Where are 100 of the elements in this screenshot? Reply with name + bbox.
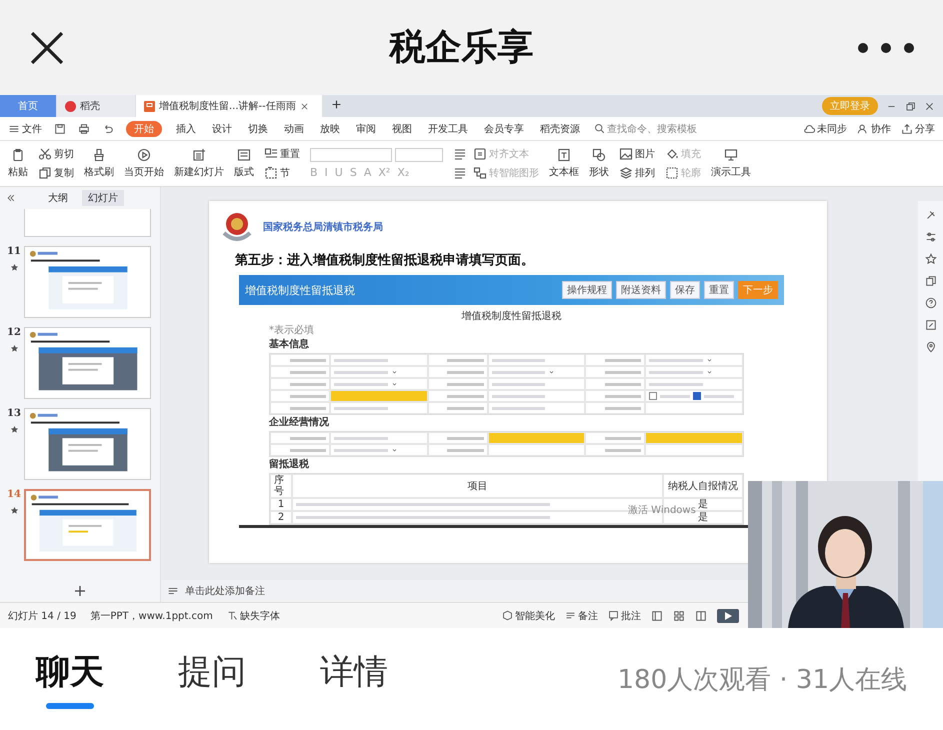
document-tab[interactable]: 增值税制度性留...讲解--任雨雨 [136, 95, 322, 117]
form-field[interactable] [645, 432, 743, 444]
ribbon-tab[interactable]: 稻壳资源 [538, 120, 582, 136]
ribbon-button[interactable]: 新建幻灯片 [174, 148, 224, 179]
pin-icon[interactable] [924, 209, 936, 221]
form-field[interactable] [330, 390, 428, 402]
form-button[interactable]: 保存 [670, 281, 700, 299]
form-button[interactable]: 操作规程 [562, 281, 612, 299]
ribbon-button[interactable]: 演示工具 [711, 148, 751, 179]
command-search-field[interactable]: 查找命令、搜索模板 [594, 122, 697, 136]
more-icon[interactable] [857, 42, 915, 54]
copy-icon[interactable] [924, 275, 936, 287]
help-icon[interactable] [924, 297, 936, 309]
bottom-tab[interactable]: 聊天 [36, 649, 104, 709]
form-field[interactable] [645, 354, 743, 366]
ribbon-tab[interactable]: 开发工具 [426, 120, 470, 136]
form-field[interactable] [330, 354, 428, 366]
toolbar-action[interactable]: 分享 [901, 122, 935, 136]
ribbon-tab[interactable]: 会员专享 [482, 120, 526, 136]
file-menu[interactable]: 文件 [8, 122, 42, 136]
panel-tab[interactable]: 幻灯片 [82, 190, 124, 206]
ribbon-button[interactable]: 排列 [619, 166, 655, 180]
form-field[interactable] [330, 432, 428, 444]
printer-icon[interactable] [78, 122, 90, 134]
status-button[interactable]: 备注 [565, 608, 598, 622]
ribbon-tab[interactable]: 审阅 [354, 120, 378, 136]
grid-view-icon[interactable] [673, 610, 685, 622]
checkbox[interactable] [693, 392, 702, 400]
ribbon-tab[interactable]: 视图 [390, 120, 414, 136]
ribbon-button[interactable]: 文本框 [549, 148, 579, 179]
toolbar-action[interactable]: 协作 [857, 122, 891, 136]
ribbon-tab[interactable]: 设计 [210, 120, 234, 136]
slide-thumbnail[interactable] [24, 209, 151, 237]
status-button[interactable]: 智能美化 [502, 608, 555, 622]
ribbon-button[interactable]: 剪切 [38, 147, 74, 161]
font-size-field[interactable] [395, 148, 443, 162]
panel-tab[interactable]: 大纲 [42, 190, 74, 206]
ribbon-button[interactable]: 当页开始 [124, 148, 164, 179]
form-field[interactable] [645, 366, 743, 378]
form-field[interactable] [330, 402, 428, 414]
checkbox[interactable] [649, 392, 658, 400]
play-icon [137, 148, 151, 162]
ribbon-button[interactable]: 格式刷 [84, 148, 114, 179]
viewer-stats: 180人次观看 · 31人在线 [617, 664, 907, 696]
form-field[interactable] [488, 390, 586, 402]
ribbon-tab[interactable]: 插入 [174, 120, 198, 136]
status-text[interactable]: 缺失字体 [226, 608, 280, 622]
ribbon-button[interactable]: 重置 [264, 147, 300, 161]
bottom-tab[interactable]: 提问 [178, 649, 246, 709]
document-tab[interactable]: 稻壳 [57, 95, 135, 117]
form-field[interactable] [330, 378, 428, 390]
location-icon[interactable] [924, 341, 936, 353]
star-outline-icon[interactable] [924, 253, 936, 265]
ribbon-tab[interactable]: 放映 [318, 120, 342, 136]
ribbon-button[interactable]: 节 [264, 166, 300, 180]
list-icon[interactable] [453, 166, 467, 180]
form-button[interactable]: 重置 [704, 281, 734, 299]
form-field[interactable] [488, 354, 586, 366]
ribbon-button[interactable]: 复制 [38, 166, 74, 180]
form-field[interactable] [645, 444, 743, 456]
form-field[interactable] [488, 366, 586, 378]
form-field[interactable] [645, 390, 743, 402]
form-field[interactable] [645, 402, 743, 414]
form-field[interactable] [488, 444, 586, 456]
ribbon-button[interactable]: 版式 [234, 148, 254, 179]
form-field[interactable] [330, 444, 428, 456]
form-field[interactable] [330, 366, 428, 378]
reading-view-icon[interactable] [695, 610, 707, 622]
smartart-icon [473, 166, 487, 180]
form-field[interactable] [645, 378, 743, 390]
status-button[interactable]: 批注 [608, 608, 641, 622]
bottom-tab[interactable]: 详情 [320, 649, 388, 709]
form-field[interactable] [488, 402, 586, 414]
toolbar-action[interactable]: 未同步 [803, 122, 847, 136]
list-icon[interactable] [453, 147, 467, 161]
plus-icon[interactable] [331, 99, 342, 110]
normal-view-icon[interactable] [651, 610, 663, 622]
collapse-icon[interactable] [6, 193, 16, 203]
ribbon-button[interactable]: 粘贴 [8, 148, 28, 179]
notes-placeholder[interactable]: 单击此处添加备注 [185, 584, 265, 598]
ribbon-button[interactable]: 图片 [619, 147, 655, 161]
edit-icon[interactable] [924, 319, 936, 331]
slideshow-button[interactable] [717, 608, 739, 622]
form-button[interactable]: 附送资料 [616, 281, 666, 299]
form-field[interactable] [488, 378, 586, 390]
person-icon [857, 122, 869, 134]
close-icon[interactable] [300, 102, 309, 110]
notes-icon [167, 585, 179, 597]
restore-icon[interactable] [905, 100, 916, 112]
save-icon[interactable] [54, 122, 66, 134]
blurred-value [492, 370, 546, 374]
form-field[interactable] [488, 432, 586, 444]
slide-number: 13 [7, 408, 21, 419]
plus-icon[interactable] [73, 584, 87, 598]
font-name-field[interactable] [310, 148, 392, 162]
sliders-icon[interactable] [924, 231, 936, 243]
undo-icon[interactable] [102, 122, 114, 134]
ribbon-button[interactable]: 形状 [589, 148, 609, 179]
ribbon-tab[interactable]: 动画 [282, 120, 306, 136]
ribbon-tab[interactable]: 切换 [246, 120, 270, 136]
